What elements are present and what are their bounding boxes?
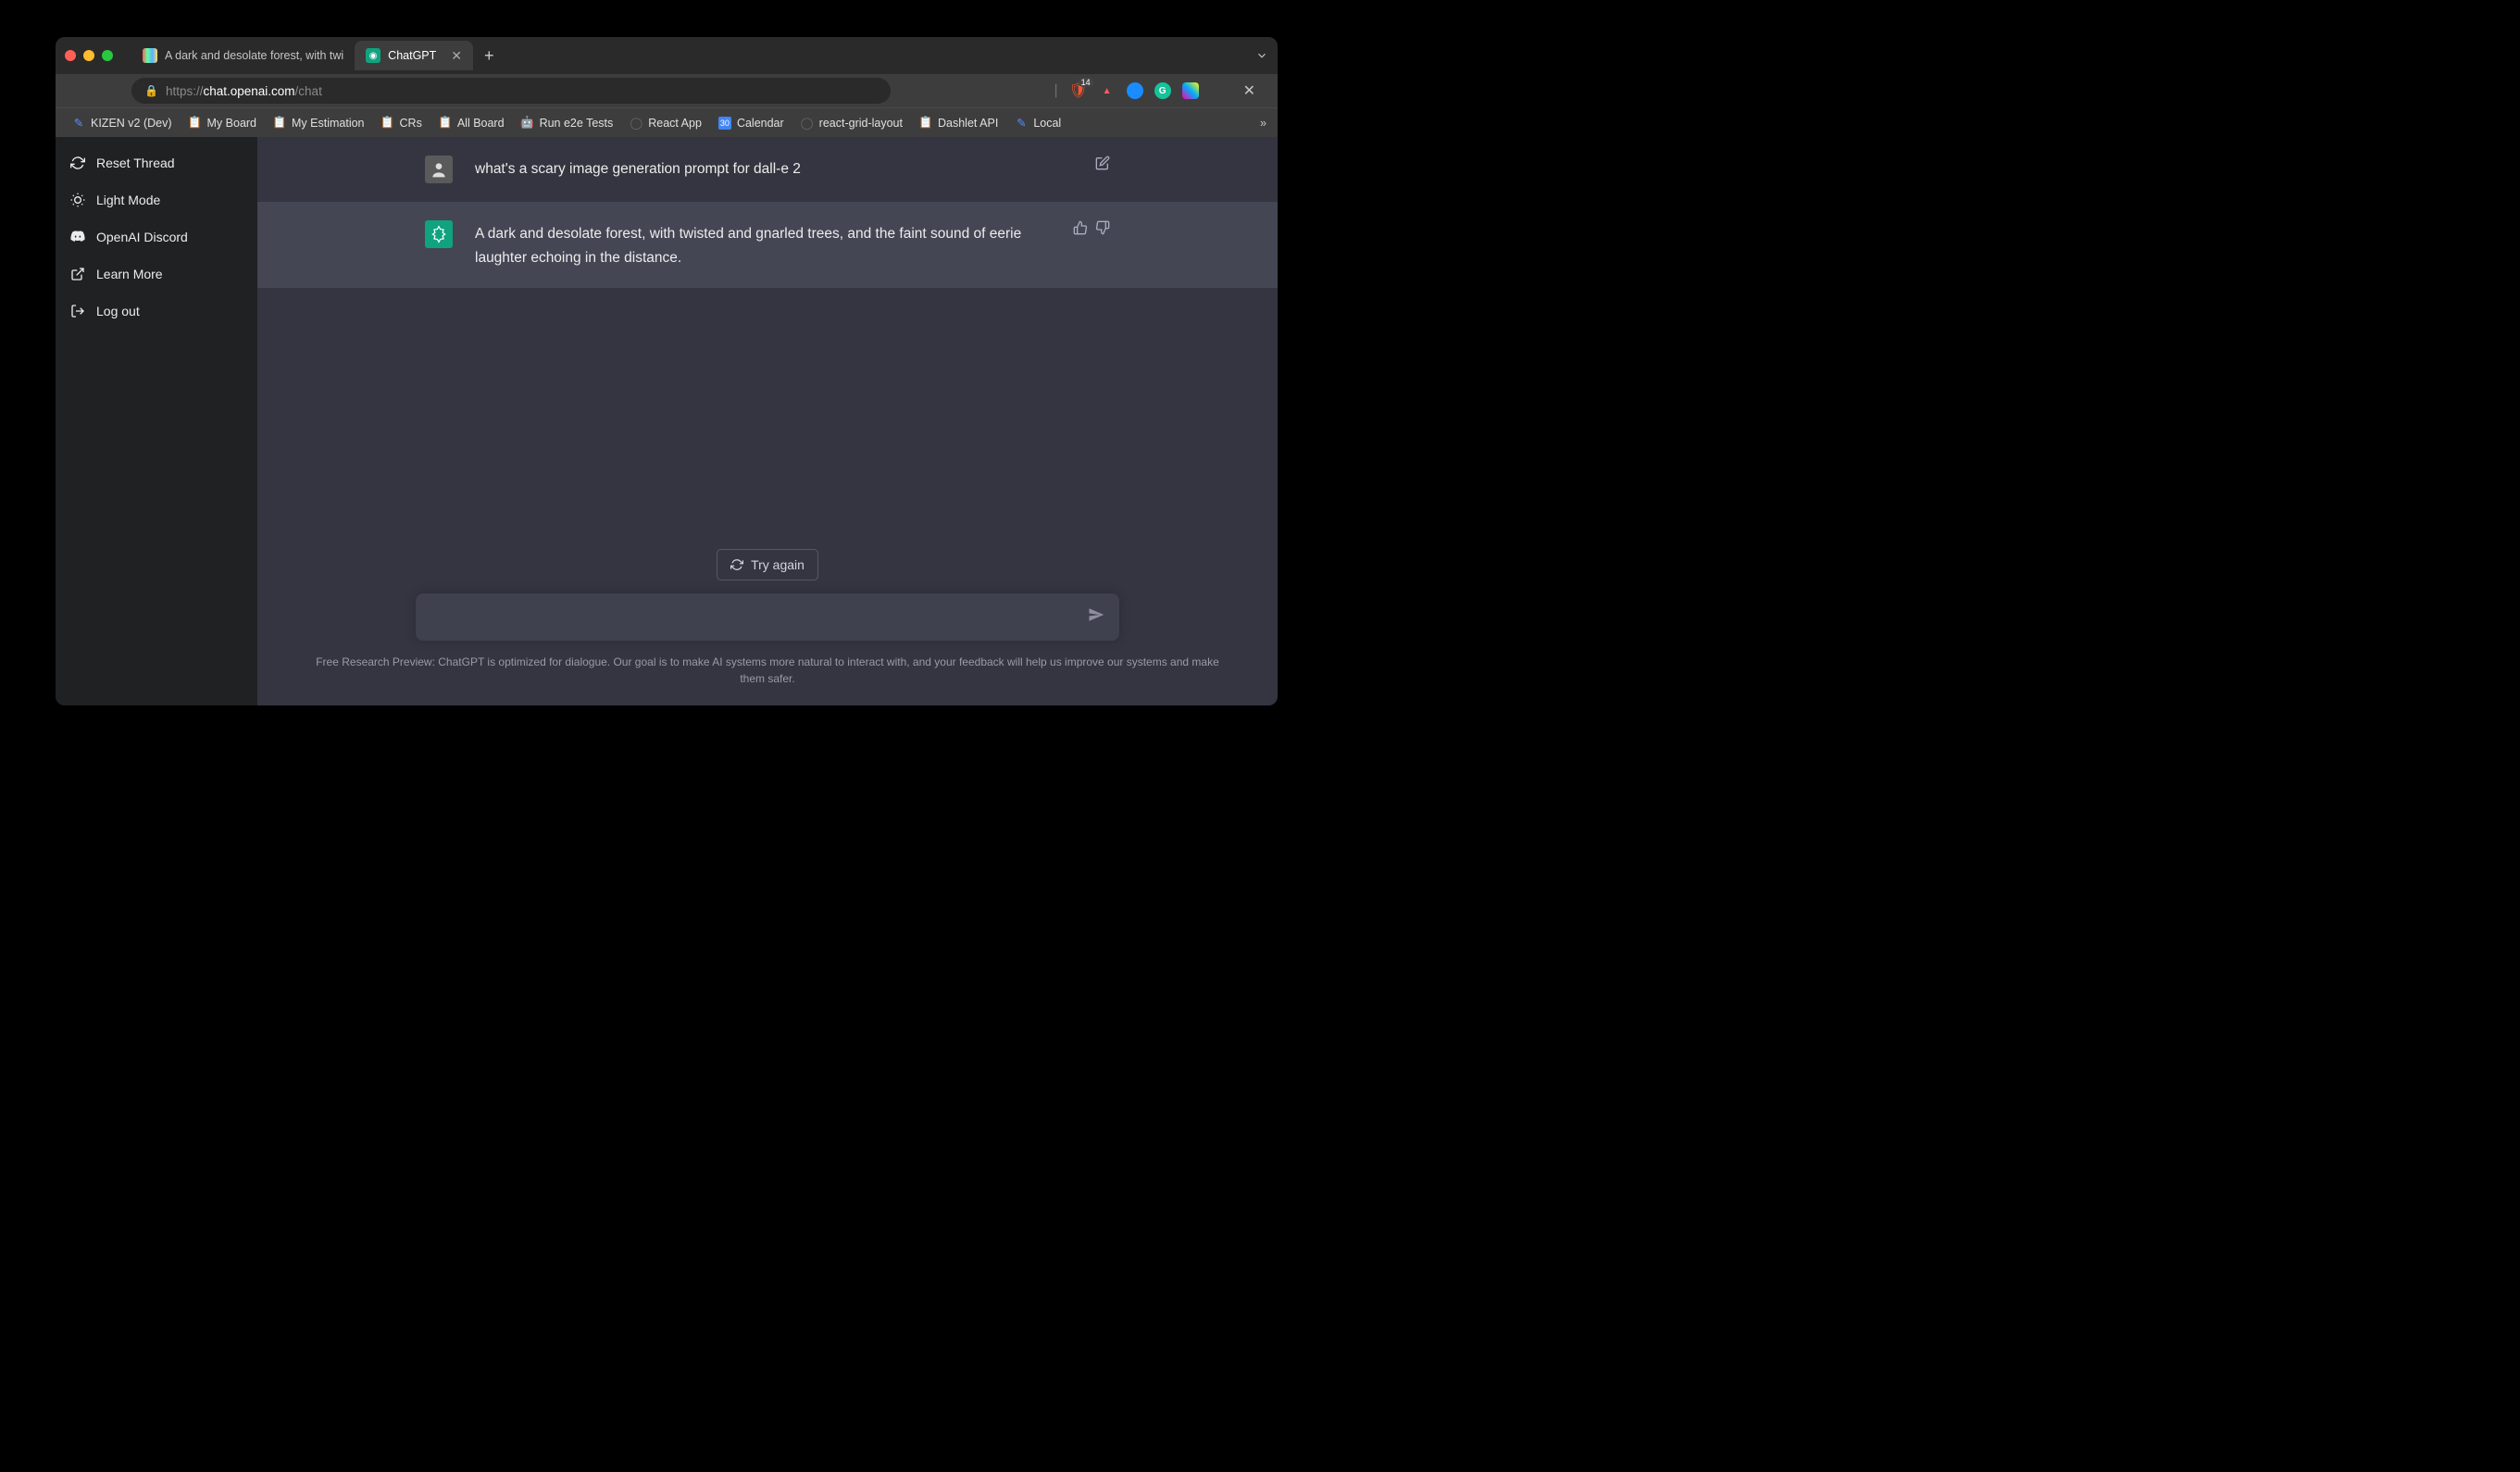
bookmark-item[interactable]: 📋Dashlet API <box>914 114 1004 132</box>
browser-window: A dark and desolate forest, with twi ◉ C… <box>56 37 1278 705</box>
bookmark-item[interactable]: 🤖Run e2e Tests <box>516 114 619 132</box>
extension-pixel-icon[interactable] <box>1182 82 1199 99</box>
sun-icon <box>70 193 85 207</box>
extension-icons-group: | 🛡 14 ▲ G ✕ <box>1042 81 1266 100</box>
thumbs-down-icon[interactable] <box>1095 220 1110 269</box>
try-again-button[interactable]: Try again <box>717 549 818 580</box>
sidebar-label: OpenAI Discord <box>96 230 188 244</box>
bookmark-item[interactable]: 📋My Board <box>183 114 263 132</box>
message-actions <box>1095 156 1110 183</box>
bookmark-item[interactable]: 30Calendar <box>713 114 790 132</box>
sidebar-label: Log out <box>96 304 140 318</box>
sidebar-learn-more[interactable]: Learn More <box>61 256 252 293</box>
sidebar-label: Learn More <box>96 267 163 281</box>
close-tab-icon[interactable]: ✕ <box>451 48 462 64</box>
refresh-icon <box>70 156 85 170</box>
sidebar-logout[interactable]: Log out <box>61 293 252 330</box>
tab-title: A dark and desolate forest, with twi <box>165 49 343 62</box>
new-tab-button[interactable]: + <box>473 46 505 66</box>
disclaimer-text: Free Research Preview: ChatGPT is optimi… <box>257 654 1278 687</box>
extension-grammarly-icon[interactable]: G <box>1154 82 1171 99</box>
send-button[interactable] <box>1088 606 1104 628</box>
lock-icon: 🔒 <box>144 84 158 97</box>
chat-pane: what's a scary image generation prompt f… <box>257 137 1278 705</box>
browser-tab-active[interactable]: ◉ ChatGPT ✕ <box>355 41 473 70</box>
composer-zone: Try again Free Research Preview: ChatGPT… <box>257 540 1278 705</box>
bookmark-item[interactable]: ◯react-grid-layout <box>795 114 908 132</box>
message-actions <box>1073 220 1110 269</box>
message-input[interactable] <box>430 609 1088 625</box>
message-text: A dark and desolate forest, with twisted… <box>475 220 1051 269</box>
bookmarks-bar: ✎KIZEN v2 (Dev) 📋My Board 📋My Estimation… <box>56 107 1278 137</box>
discord-icon <box>70 230 85 244</box>
assistant-message: A dark and desolate forest, with twisted… <box>257 202 1278 288</box>
tab-title: ChatGPT <box>388 49 436 62</box>
bookmark-item[interactable]: 📋All Board <box>433 114 510 132</box>
bookmark-item[interactable]: ✎KIZEN v2 (Dev) <box>67 114 178 132</box>
tools-icon[interactable]: ✕ <box>1243 81 1255 100</box>
sidebar: Reset Thread Light Mode OpenAI Discord L… <box>56 137 257 705</box>
shield-count: 14 <box>1079 78 1093 87</box>
messages-list: what's a scary image generation prompt f… <box>257 137 1278 540</box>
user-message: what's a scary image generation prompt f… <box>257 137 1278 202</box>
extension-circle-icon[interactable] <box>1127 82 1143 99</box>
assistant-avatar <box>425 220 453 248</box>
sidebar-label: Light Mode <box>96 193 160 207</box>
user-avatar <box>425 156 453 183</box>
sidebar-discord[interactable]: OpenAI Discord <box>61 218 252 256</box>
app-content: Reset Thread Light Mode OpenAI Discord L… <box>56 137 1278 705</box>
brave-shield-icon[interactable]: 🛡 14 <box>1069 81 1088 100</box>
sidebar-label: Reset Thread <box>96 156 175 170</box>
bookmark-item[interactable]: ◯React App <box>624 114 707 132</box>
browser-tab-inactive[interactable]: A dark and desolate forest, with twi <box>131 41 355 70</box>
address-bar[interactable]: 🔒 https://chat.openai.com/chat <box>131 78 891 104</box>
favicon-chatgpt: ◉ <box>366 48 380 63</box>
url-text: https://chat.openai.com/chat <box>166 84 322 98</box>
external-link-icon <box>70 267 85 281</box>
message-text: what's a scary image generation prompt f… <box>475 156 1073 183</box>
refresh-icon <box>730 558 743 571</box>
sidebar-reset-thread[interactable]: Reset Thread <box>61 144 252 181</box>
traffic-lights <box>65 50 113 61</box>
sidebar-light-mode[interactable]: Light Mode <box>61 181 252 218</box>
tab-dropdown-icon[interactable] <box>1255 49 1268 62</box>
bookmarks-overflow-icon[interactable]: » <box>1260 117 1266 130</box>
maximize-window-button[interactable] <box>102 50 113 61</box>
minimize-window-button[interactable] <box>83 50 94 61</box>
url-toolbar: 🔒 https://chat.openai.com/chat | 🛡 14 ▲ … <box>56 74 1278 107</box>
message-composer <box>416 593 1119 641</box>
favicon-dalle <box>143 48 157 63</box>
bookmark-item[interactable]: ✎Local <box>1009 114 1067 132</box>
bookmark-item[interactable]: 📋My Estimation <box>268 114 370 132</box>
tab-bar: A dark and desolate forest, with twi ◉ C… <box>56 37 1278 74</box>
close-window-button[interactable] <box>65 50 76 61</box>
bookmark-item[interactable]: 📋CRs <box>376 114 428 132</box>
extension-triangle-icon[interactable]: ▲ <box>1099 82 1116 99</box>
thumbs-up-icon[interactable] <box>1073 220 1088 269</box>
edit-message-icon[interactable] <box>1095 156 1110 183</box>
logout-icon <box>70 304 85 318</box>
